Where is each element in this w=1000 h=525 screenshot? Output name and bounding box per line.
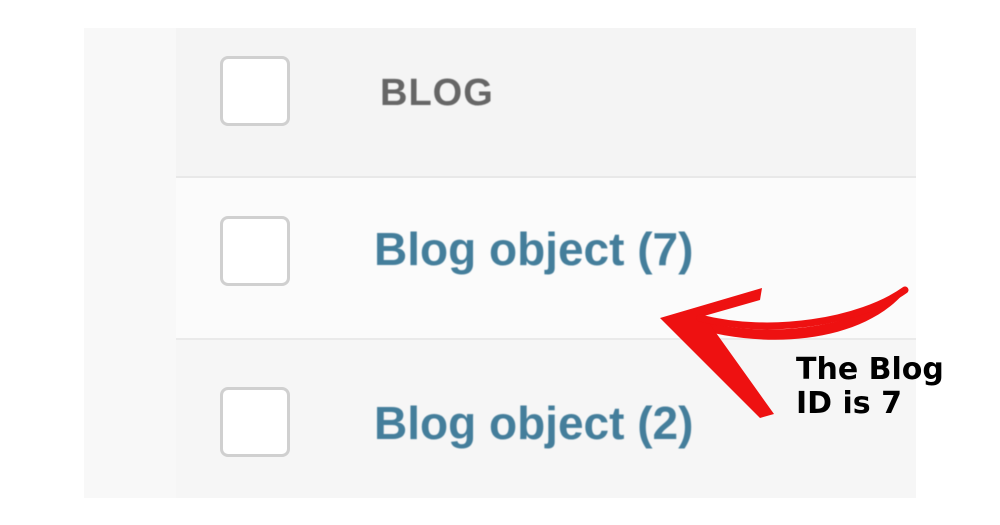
annotation-text: The Blog ID is 7 [796,353,944,421]
row-select-checkbox[interactable] [220,216,290,286]
blog-object-link[interactable]: Blog object (7) [374,222,693,276]
screenshot-stage: BLOG Blog object (7) Blog object (2) The… [0,0,1000,525]
row-select-checkbox[interactable] [220,387,290,457]
blog-object-link[interactable]: Blog object (2) [374,396,693,450]
annotation-line-1: The Blog [796,352,944,387]
table-header-row: BLOG [176,28,916,178]
select-all-checkbox[interactable] [220,56,290,126]
blog-changelist-table: BLOG Blog object (7) Blog object (2) [176,28,916,498]
table-row: Blog object (7) [176,178,916,340]
column-header-blog[interactable]: BLOG [380,72,494,115]
annotation-line-2: ID is 7 [796,386,902,421]
